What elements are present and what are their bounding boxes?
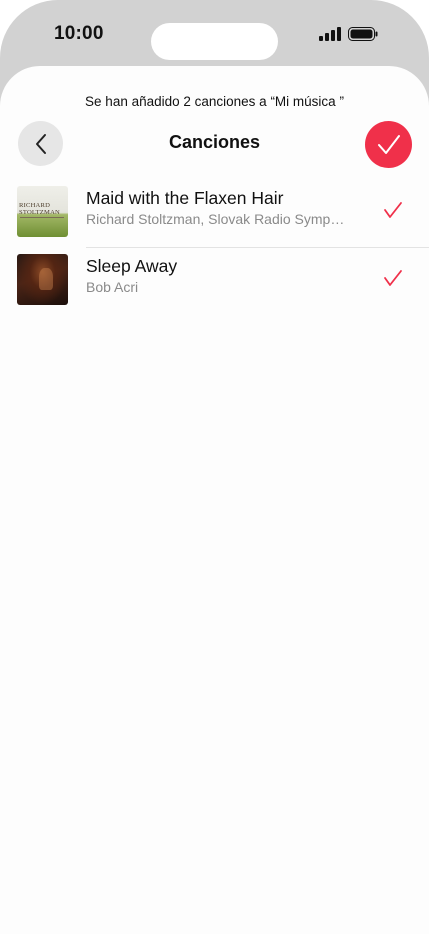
checkmark-icon xyxy=(377,134,400,154)
done-button[interactable] xyxy=(365,121,412,168)
song-picker-sheet: Se han añadido 2 canciones a “Mi música … xyxy=(0,66,429,934)
added-songs-banner: Se han añadido 2 canciones a “Mi música … xyxy=(85,94,344,109)
song-list: RICHARD STOLTZMAN Maid with the Flaxen H… xyxy=(0,180,429,316)
song-artist: Bob Acri xyxy=(86,279,139,295)
album-artwork xyxy=(17,254,68,305)
song-title: Maid with the Flaxen Hair xyxy=(86,188,284,208)
list-item[interactable]: Sleep Away Bob Acri xyxy=(0,248,429,316)
checkmark-icon xyxy=(384,270,402,286)
checkmark-icon xyxy=(384,202,402,218)
battery-icon xyxy=(348,27,378,41)
cellular-signal-icon xyxy=(319,27,341,41)
phone-frame: 10:00 Se han añadido 2 canciones a “Mi m… xyxy=(0,0,429,934)
status-time: 10:00 xyxy=(54,23,104,44)
song-title: Sleep Away xyxy=(86,256,178,276)
dynamic-island xyxy=(151,23,278,60)
list-item[interactable]: RICHARD STOLTZMAN Maid with the Flaxen H… xyxy=(0,180,429,248)
status-bar: 10:00 xyxy=(0,0,429,66)
artwork-text: RICHARD STOLTZMAN xyxy=(19,202,61,216)
song-artist: Richard Stoltzman, Slovak Radio Symphony… xyxy=(86,211,348,227)
album-artwork: RICHARD STOLTZMAN xyxy=(17,186,68,237)
